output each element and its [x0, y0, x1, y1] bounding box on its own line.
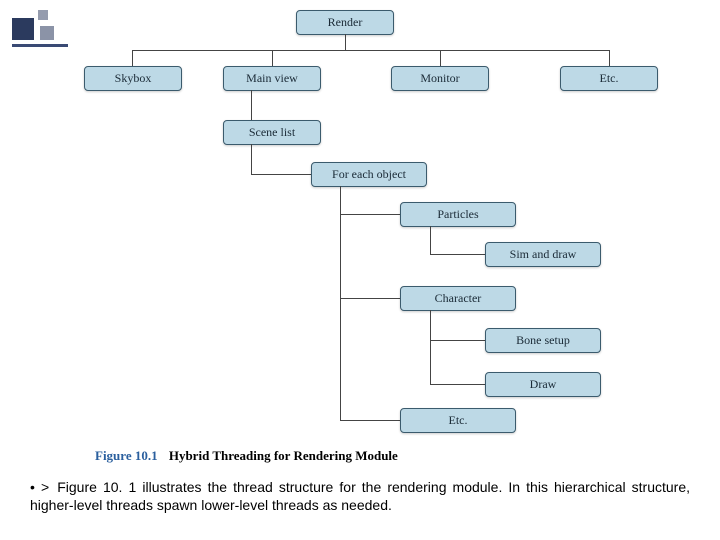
node-mainview: Main view [223, 66, 321, 91]
body-paragraph: • > Figure 10. 1 illustrates the thread … [30, 478, 690, 514]
node-etc-top: Etc. [560, 66, 658, 91]
figure-number: Figure 10.1 [95, 448, 158, 463]
node-skybox: Skybox [84, 66, 182, 91]
node-simdraw: Sim and draw [485, 242, 601, 267]
node-etc-bottom: Etc. [400, 408, 516, 433]
node-render: Render [296, 10, 394, 35]
node-character: Character [400, 286, 516, 311]
figure-caption: Figure 10.1 Hybrid Threading for Renderi… [95, 448, 398, 464]
node-draw: Draw [485, 372, 601, 397]
node-monitor: Monitor [391, 66, 489, 91]
node-particles: Particles [400, 202, 516, 227]
node-bonesetup: Bone setup [485, 328, 601, 353]
node-foreach: For each object [311, 162, 427, 187]
tree-diagram: Render Skybox Main view Monitor Etc. Sce… [0, 0, 720, 460]
node-scenelist: Scene list [223, 120, 321, 145]
body-text: Figure 10. 1 illustrates the thread stru… [30, 479, 690, 513]
figure-title: Hybrid Threading for Rendering Module [169, 448, 398, 463]
bullet-marker: • > [30, 479, 49, 495]
